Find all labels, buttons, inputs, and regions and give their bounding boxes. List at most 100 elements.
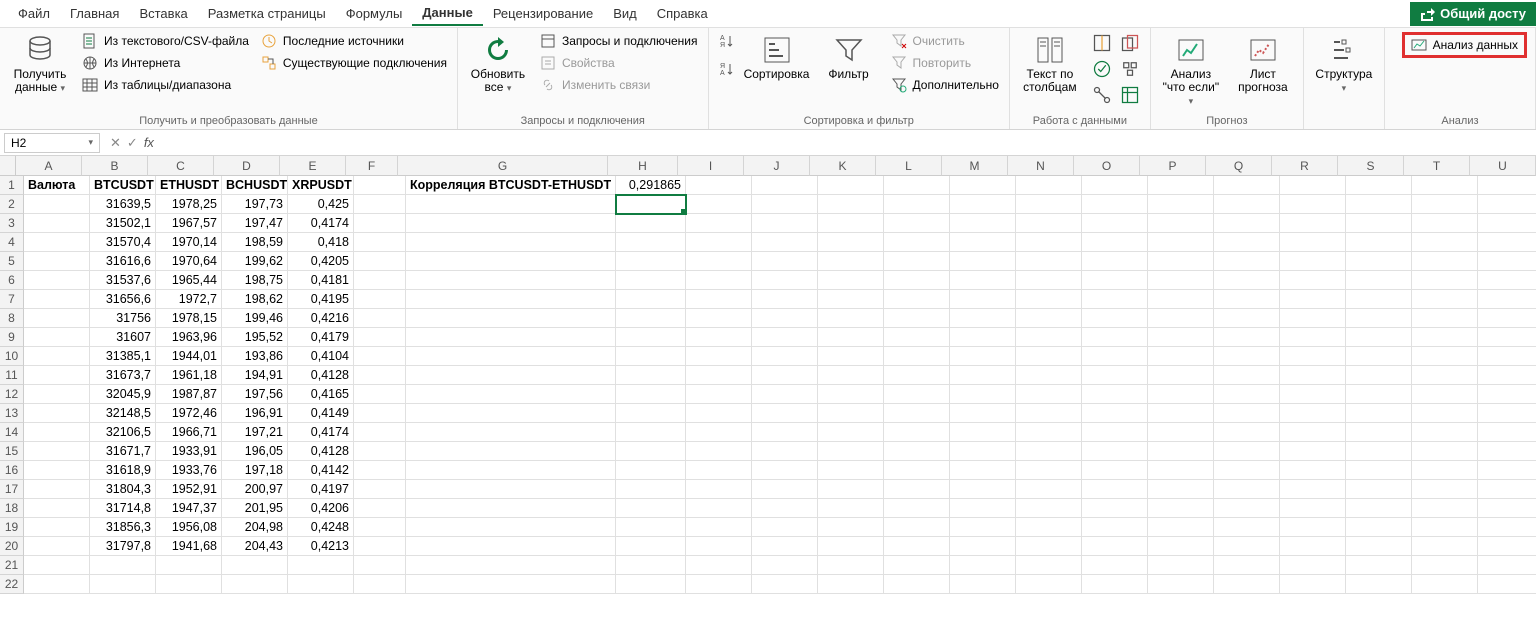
cell[interactable] bbox=[884, 290, 950, 309]
cell[interactable] bbox=[406, 499, 616, 518]
cell[interactable] bbox=[1016, 176, 1082, 195]
cell[interactable] bbox=[1148, 499, 1214, 518]
cell[interactable] bbox=[616, 252, 686, 271]
sort-asc-button[interactable]: AЯ bbox=[717, 32, 737, 50]
cell[interactable] bbox=[156, 556, 222, 575]
col-header[interactable]: K bbox=[810, 156, 876, 176]
cell[interactable]: 1933,91 bbox=[156, 442, 222, 461]
cell[interactable]: 0,4248 bbox=[288, 518, 354, 537]
cell[interactable] bbox=[1082, 518, 1148, 537]
queries-conn-button[interactable]: Запросы и подключения bbox=[538, 32, 700, 50]
cell[interactable] bbox=[1280, 309, 1346, 328]
col-header[interactable]: H bbox=[608, 156, 678, 176]
cell[interactable]: 1947,37 bbox=[156, 499, 222, 518]
row-header[interactable]: 5 bbox=[0, 252, 24, 271]
cell[interactable] bbox=[1148, 423, 1214, 442]
cell[interactable] bbox=[818, 366, 884, 385]
menu-tab-данные[interactable]: Данные bbox=[412, 1, 483, 26]
cell[interactable] bbox=[1280, 252, 1346, 271]
cell[interactable] bbox=[818, 461, 884, 480]
cell[interactable] bbox=[1016, 423, 1082, 442]
cell[interactable]: 199,62 bbox=[222, 252, 288, 271]
cell[interactable] bbox=[752, 347, 818, 366]
cell[interactable]: 197,21 bbox=[222, 423, 288, 442]
cell[interactable] bbox=[1214, 271, 1280, 290]
menu-tab-вставка[interactable]: Вставка bbox=[129, 2, 197, 25]
cell[interactable] bbox=[1346, 575, 1412, 594]
cell[interactable] bbox=[288, 556, 354, 575]
cell[interactable] bbox=[950, 271, 1016, 290]
cell[interactable]: 197,47 bbox=[222, 214, 288, 233]
select-all-corner[interactable] bbox=[0, 156, 16, 176]
cell[interactable] bbox=[686, 214, 752, 233]
cell[interactable] bbox=[1148, 404, 1214, 423]
cell[interactable] bbox=[24, 328, 90, 347]
cell[interactable] bbox=[686, 309, 752, 328]
forecast-sheet-button[interactable]: Лист прогноза bbox=[1231, 32, 1295, 96]
cell[interactable] bbox=[1148, 537, 1214, 556]
menu-tab-вид[interactable]: Вид bbox=[603, 2, 647, 25]
cell[interactable] bbox=[1478, 347, 1536, 366]
cell[interactable] bbox=[616, 309, 686, 328]
cell[interactable] bbox=[818, 252, 884, 271]
menu-tab-справка[interactable]: Справка bbox=[647, 2, 718, 25]
cell[interactable]: 0,4181 bbox=[288, 271, 354, 290]
cell[interactable] bbox=[752, 328, 818, 347]
cell[interactable] bbox=[1082, 537, 1148, 556]
cell[interactable] bbox=[406, 366, 616, 385]
cell[interactable] bbox=[752, 252, 818, 271]
cell[interactable]: 204,98 bbox=[222, 518, 288, 537]
col-header[interactable]: T bbox=[1404, 156, 1470, 176]
cell[interactable] bbox=[354, 575, 406, 594]
cell[interactable] bbox=[884, 271, 950, 290]
cell[interactable] bbox=[90, 575, 156, 594]
row-header[interactable]: 8 bbox=[0, 309, 24, 328]
cell[interactable] bbox=[884, 385, 950, 404]
fx-icon[interactable]: fx bbox=[144, 135, 160, 150]
cell[interactable] bbox=[616, 423, 686, 442]
cell[interactable]: 32106,5 bbox=[90, 423, 156, 442]
cell[interactable] bbox=[1346, 423, 1412, 442]
cell[interactable] bbox=[950, 252, 1016, 271]
cell[interactable]: 194,91 bbox=[222, 366, 288, 385]
cell[interactable]: 0,4179 bbox=[288, 328, 354, 347]
cell[interactable]: 0,418 bbox=[288, 233, 354, 252]
cell[interactable] bbox=[1280, 518, 1346, 537]
cell[interactable] bbox=[222, 575, 288, 594]
cell[interactable] bbox=[884, 328, 950, 347]
cell[interactable]: 198,75 bbox=[222, 271, 288, 290]
cell[interactable] bbox=[1412, 176, 1478, 195]
cell[interactable] bbox=[950, 480, 1016, 499]
row-header[interactable]: 15 bbox=[0, 442, 24, 461]
cell[interactable] bbox=[1016, 233, 1082, 252]
row-header[interactable]: 21 bbox=[0, 556, 24, 575]
cell[interactable]: 1952,91 bbox=[156, 480, 222, 499]
cell[interactable] bbox=[1412, 480, 1478, 499]
cell[interactable]: Валюта bbox=[24, 176, 90, 195]
cell[interactable] bbox=[616, 480, 686, 499]
menu-tab-главная[interactable]: Главная bbox=[60, 2, 129, 25]
cell[interactable]: 1944,01 bbox=[156, 347, 222, 366]
cell[interactable] bbox=[1412, 309, 1478, 328]
cell[interactable] bbox=[1082, 480, 1148, 499]
cell[interactable] bbox=[354, 290, 406, 309]
cell[interactable] bbox=[1016, 195, 1082, 214]
cell[interactable] bbox=[406, 328, 616, 347]
cell[interactable] bbox=[406, 214, 616, 233]
cell[interactable] bbox=[616, 556, 686, 575]
cell[interactable] bbox=[686, 423, 752, 442]
cell[interactable]: 0,4128 bbox=[288, 366, 354, 385]
text-to-columns-button[interactable]: Текст по столбцам bbox=[1018, 32, 1082, 96]
cell[interactable] bbox=[818, 271, 884, 290]
cell[interactable] bbox=[686, 442, 752, 461]
cell[interactable]: 1972,46 bbox=[156, 404, 222, 423]
cell[interactable] bbox=[24, 423, 90, 442]
cell[interactable] bbox=[354, 404, 406, 423]
row-header[interactable]: 11 bbox=[0, 366, 24, 385]
cell[interactable] bbox=[1082, 214, 1148, 233]
cell[interactable] bbox=[616, 328, 686, 347]
cell[interactable] bbox=[752, 404, 818, 423]
cell[interactable]: 1965,44 bbox=[156, 271, 222, 290]
cell[interactable] bbox=[616, 575, 686, 594]
col-header[interactable]: B bbox=[82, 156, 148, 176]
